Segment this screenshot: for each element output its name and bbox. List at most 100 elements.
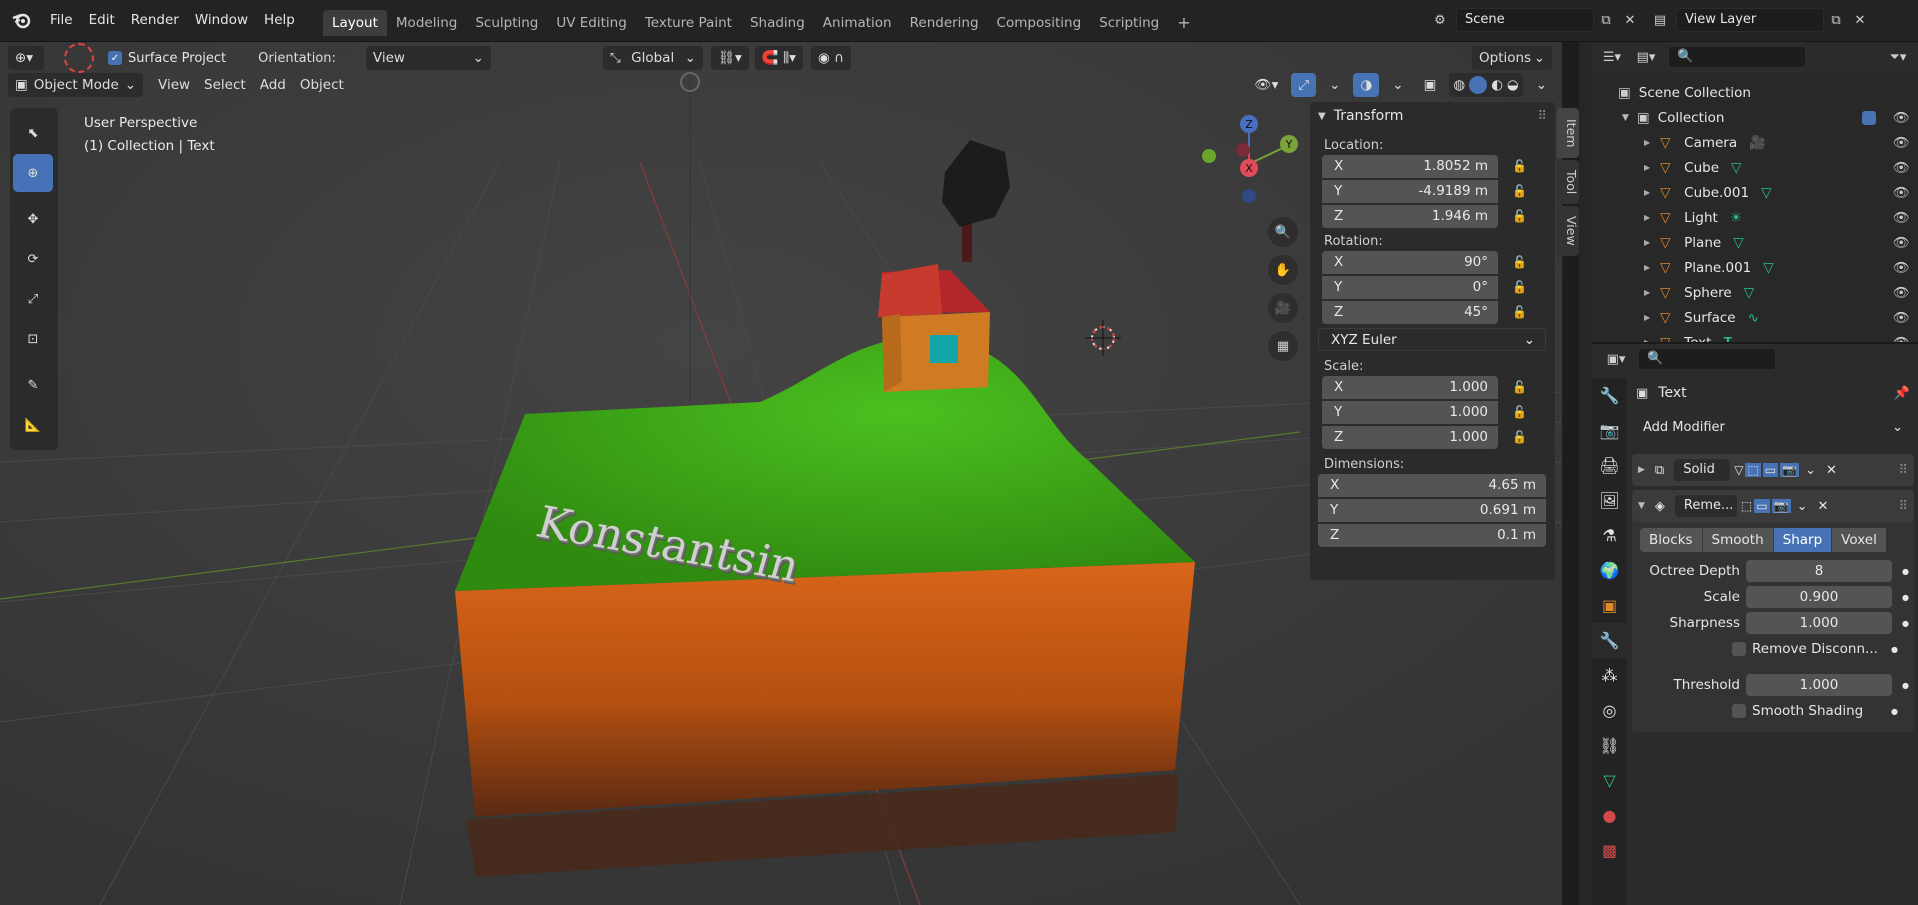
scale-x-field[interactable]: X 1.000 [1322,375,1498,399]
tool-tab-icon[interactable]: 🔧 [1592,378,1627,413]
lock-icon[interactable]: 🔓 [1512,184,1527,198]
object-tab-icon[interactable]: ▣ [1592,588,1627,623]
menu-render[interactable]: Render [123,8,187,32]
lock-icon[interactable]: 🔓 [1512,255,1527,269]
tool-settings-icon[interactable]: ⊕▾ [8,46,44,70]
drag-handle-icon[interactable]: ⠿ [1898,463,1908,478]
keyframe-dot-icon[interactable]: ● [1902,593,1909,602]
navigation-gizmo[interactable]: Z Y X [1195,110,1305,220]
location-z-field[interactable]: Z 1.946 m [1322,204,1498,228]
dimensions-x-field[interactable]: X 4.65 m [1318,473,1546,497]
tab-tool[interactable]: Tool [1557,160,1579,204]
eye-icon[interactable]: 👁 [1893,185,1910,201]
modifier-solidify-header[interactable]: ▶ ⧉ Solid ▽ ⬚ ▭ 📷 ⌄ ✕ ⠿ [1632,454,1914,486]
move-tool-icon[interactable]: ✥ [13,200,53,238]
expand-arrow-icon[interactable]: ▼ [1622,113,1629,123]
keyframe-dot-icon[interactable]: ● [1902,681,1909,690]
filter-view-icon[interactable]: ▤▾ [1634,46,1658,68]
outliner-search-input[interactable]: 🔍 [1668,46,1806,68]
lock-icon[interactable]: 🔓 [1512,280,1527,294]
transform-panel-title[interactable]: Transform [1334,108,1404,124]
blender-logo-icon[interactable] [10,8,34,32]
rotation-mode-dropdown[interactable]: XYZ Euler ⌄ [1318,328,1546,351]
eye-icon[interactable]: 👁 [1893,260,1910,276]
eye-icon[interactable]: 👁 [1893,235,1910,251]
camera-view-icon[interactable]: 🎥 [1268,293,1298,323]
expand-arrow-icon[interactable]: ▶ [1644,138,1650,147]
render-display-icon[interactable]: 📷 [1771,499,1791,513]
tab-view[interactable]: View [1557,206,1579,256]
eye-icon[interactable]: 👁 [1893,310,1910,326]
tab-uv-editing[interactable]: UV Editing [547,10,635,36]
outliner-item-plane[interactable]: ▶ ▽ Plane ▽ 👁 [1592,230,1918,255]
lock-icon[interactable]: 🔓 [1512,405,1527,419]
shading-modes[interactable]: ◍ ◐ ◒ [1449,73,1523,97]
remove-scene-icon[interactable]: ✕ [1618,9,1642,31]
collapse-arrow-icon[interactable]: ▼ [1318,111,1326,122]
menu-object[interactable]: Object [293,73,351,97]
expand-arrow-icon[interactable]: ▶ [1644,213,1650,222]
rotation-y-field[interactable]: Y 0° [1322,275,1498,299]
scale-y-field[interactable]: Y 1.000 [1322,400,1498,424]
lock-icon[interactable]: 🔓 [1512,380,1527,394]
physics-tab-icon[interactable]: ◎ [1592,693,1627,728]
remove-view-layer-icon[interactable]: ✕ [1848,9,1872,31]
transform-tool-icon[interactable]: ⊡ [13,320,53,358]
solid-shading-icon[interactable] [1469,76,1488,94]
eye-icon[interactable]: 👁 [1893,110,1910,126]
display-mode-icon[interactable]: ☰▾ [1600,46,1624,68]
outliner-item-cube-001[interactable]: ▶ ▽ Cube.001 ▽ 👁 [1592,180,1918,205]
tab-scripting[interactable]: Scripting [1090,10,1168,36]
render-tab-icon[interactable]: 📷 [1592,413,1627,448]
particles-tab-icon[interactable]: ⁂ [1592,658,1627,693]
viewport-display-icon[interactable]: ▭ [1762,463,1779,477]
rendered-shading-icon[interactable]: ◒ [1507,73,1519,97]
gizmo-toggle-icon[interactable]: ⤢ [1291,73,1317,97]
expand-arrow-icon[interactable]: ▶ [1638,465,1645,475]
tab-rendering[interactable]: Rendering [901,10,988,36]
scene-tab-icon[interactable]: ⚗ [1592,518,1627,553]
annotate-tool-icon[interactable]: ✎ [13,366,53,404]
expand-arrow-icon[interactable]: ▶ [1644,188,1650,197]
close-icon[interactable]: ✕ [1817,499,1828,514]
measure-tool-icon[interactable]: 📐 [13,406,53,444]
close-icon[interactable]: ✕ [1826,463,1837,478]
material-tab-icon[interactable]: ● [1592,798,1627,833]
eye-icon[interactable]: 👁 [1893,135,1910,151]
outliner-item-light[interactable]: ▶ ▽ Light ☀ 👁 [1592,205,1918,230]
eye-icon[interactable]: 👁 [1893,160,1910,176]
zoom-icon[interactable]: 🔍 [1268,217,1298,247]
modifier-remesh-header[interactable]: ▼ ◈ Reme... ⬚ ▭ 📷 ⌄ ✕ ⠿ [1632,490,1914,522]
rotate-tool-icon[interactable]: ⟳ [13,240,53,278]
drag-handle-icon[interactable]: ⠿ [1898,499,1908,514]
expand-arrow-icon[interactable]: ▶ [1644,313,1650,322]
eye-icon[interactable]: 👁 [1893,285,1910,301]
tab-shading[interactable]: Shading [741,10,814,36]
remesh-mode-smooth[interactable]: Smooth [1702,528,1774,552]
properties-search-input[interactable]: 🔍 [1638,348,1776,370]
smooth-shading-checkbox[interactable] [1732,704,1746,718]
texture-tab-icon[interactable]: ▩ [1592,833,1627,868]
select-tool-icon[interactable]: ⬉ [13,114,53,152]
expand-arrow-icon[interactable]: ▶ [1644,263,1650,272]
filter-icon[interactable]: ⏷▾ [1886,46,1910,68]
ortho-grid-icon[interactable]: ▦ [1268,331,1298,361]
rotation-x-field[interactable]: X 90° [1322,250,1498,274]
new-view-layer-icon[interactable]: ⧉ [1824,9,1848,31]
constraints-tab-icon[interactable]: ⛓ [1592,728,1627,763]
scale-field[interactable]: 0.900 [1746,586,1892,608]
expand-arrow-icon[interactable]: ▶ [1644,238,1650,247]
viewport-display-icon[interactable]: ▭ [1754,499,1770,513]
expand-arrow-icon[interactable]: ▶ [1644,163,1650,172]
cursor-tool-icon[interactable]: ⊕ [13,154,53,192]
eye-icon[interactable]: 👁 [1893,210,1910,226]
tab-compositing[interactable]: Compositing [988,10,1091,36]
cage-icon[interactable]: ⬚ [1745,463,1761,477]
menu-select[interactable]: Select [197,73,253,97]
outliner-item-plane-001[interactable]: ▶ ▽ Plane.001 ▽ 👁 [1592,255,1918,280]
lock-icon[interactable]: 🔓 [1512,159,1527,173]
render-display-icon[interactable]: 📷 [1780,463,1800,477]
edit-mode-icon[interactable]: ▽ [1734,463,1743,477]
scene-name-field[interactable]: Scene [1456,8,1594,32]
world-tab-icon[interactable]: 🌍 [1592,553,1627,588]
